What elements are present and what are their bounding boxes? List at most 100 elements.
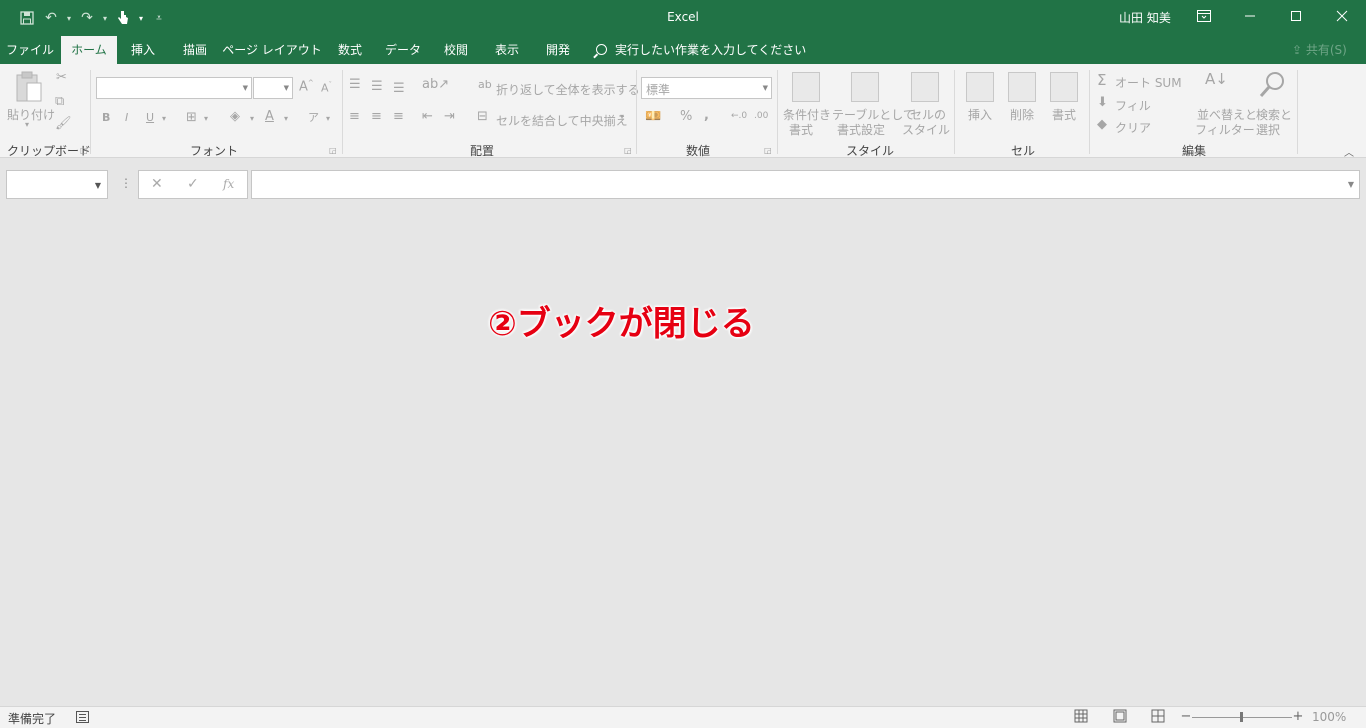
tab-view[interactable]: 表示 xyxy=(482,36,532,64)
bold-icon[interactable]: B xyxy=(102,111,110,124)
increase-indent-icon[interactable]: ⇥ xyxy=(444,109,455,124)
comma-style-icon[interactable]: , xyxy=(704,108,709,123)
borders-dropdown-icon[interactable]: ▾ xyxy=(204,114,208,123)
accounting-format-icon[interactable]: 💴 xyxy=(645,109,661,124)
merge-dropdown-icon[interactable]: ▾ xyxy=(620,112,624,121)
paste-dropdown-icon[interactable]: ▾ xyxy=(25,120,29,129)
number-format-combo[interactable]: 標準 ▼ xyxy=(641,77,772,99)
format-as-table-label-2[interactable]: 書式設定 xyxy=(837,121,885,138)
normal-view-icon[interactable] xyxy=(1073,709,1089,725)
sort-filter-icon[interactable]: A↓ xyxy=(1205,70,1228,88)
delete-cells-icon[interactable] xyxy=(1008,72,1036,102)
underline-dropdown-icon[interactable]: ▾ xyxy=(162,114,166,123)
minimize-icon[interactable] xyxy=(1227,0,1273,32)
align-middle-icon[interactable]: ☰ xyxy=(371,79,383,94)
align-center-icon[interactable]: ≡ xyxy=(371,109,382,124)
tab-file[interactable]: ファイル xyxy=(0,36,60,64)
number-launcher-icon[interactable]: ◲ xyxy=(764,146,772,155)
collapse-ribbon-icon[interactable]: ︿ xyxy=(1344,144,1354,159)
format-cells-label[interactable]: 書式 xyxy=(1052,106,1076,123)
cancel-icon[interactable]: ✕ xyxy=(151,176,163,192)
expand-formula-bar-icon[interactable]: ▼ xyxy=(1348,180,1354,189)
format-as-table-icon[interactable] xyxy=(851,72,879,102)
shrink-font-icon[interactable]: Aˇ xyxy=(321,81,332,95)
tab-page-layout[interactable]: ページ レイアウト xyxy=(222,36,322,64)
tab-insert[interactable]: 挿入 xyxy=(118,36,168,64)
tab-data[interactable]: データ xyxy=(377,36,429,64)
ribbon-display-options-icon[interactable] xyxy=(1181,0,1227,32)
font-size-combo[interactable]: ▼ xyxy=(253,77,293,99)
tab-formulas[interactable]: 数式 xyxy=(325,36,375,64)
tab-developer[interactable]: 開発 xyxy=(533,36,583,64)
align-left-icon[interactable]: ≡ xyxy=(349,109,360,124)
phonetic-guide-icon[interactable]: ア xyxy=(308,109,319,125)
insert-cells-icon[interactable] xyxy=(966,72,994,102)
zoom-in-icon[interactable]: + xyxy=(1290,709,1306,725)
maximize-icon[interactable] xyxy=(1273,0,1319,32)
borders-icon[interactable]: ⊞ xyxy=(186,110,197,125)
font-launcher-icon[interactable]: ◲ xyxy=(329,146,337,155)
increase-decimal-icon[interactable]: ←.0 xyxy=(731,111,747,121)
decrease-indent-icon[interactable]: ⇤ xyxy=(422,109,433,124)
formula-input[interactable]: ▼ xyxy=(251,170,1360,199)
fill-color-dropdown-icon[interactable]: ▾ xyxy=(250,114,254,123)
align-bottom-icon[interactable]: ☰ xyxy=(393,81,405,96)
fill-icon[interactable]: ⬇ xyxy=(1097,95,1108,110)
user-name[interactable]: 山田 知美 xyxy=(1119,9,1171,26)
page-break-view-icon[interactable] xyxy=(1150,709,1166,725)
tab-review[interactable]: 校閲 xyxy=(431,36,481,64)
clipboard-launcher-icon[interactable]: ◲ xyxy=(80,146,88,155)
delete-cells-label[interactable]: 削除 xyxy=(1010,106,1034,123)
italic-icon[interactable]: I xyxy=(125,111,128,124)
share-button[interactable]: ⇪ 共有(S) xyxy=(1292,36,1347,64)
copy-icon[interactable]: ⧉ xyxy=(55,94,64,109)
ribbon-tabs: ファイル ホーム 挿入 描画 ページ レイアウト 数式 データ 校閲 表示 開発… xyxy=(0,36,1366,64)
decrease-decimal-icon[interactable]: .00 xyxy=(754,111,768,121)
tab-draw[interactable]: 描画 xyxy=(170,36,220,64)
formula-bar-grip-icon[interactable]: ⋮ xyxy=(120,176,132,190)
grow-font-icon[interactable]: A^ xyxy=(299,79,314,94)
format-cells-icon[interactable] xyxy=(1050,72,1078,102)
zoom-level[interactable]: 100% xyxy=(1312,710,1346,724)
phonetic-dropdown-icon[interactable]: ▾ xyxy=(326,114,330,123)
enter-icon[interactable]: ✓ xyxy=(187,176,199,192)
fill-label[interactable]: フィル xyxy=(1115,97,1151,114)
percent-style-icon[interactable]: % xyxy=(680,109,692,124)
find-select-icon[interactable] xyxy=(1258,70,1288,104)
page-layout-view-icon[interactable] xyxy=(1112,709,1128,725)
macro-record-icon[interactable] xyxy=(76,711,89,723)
wrap-text-button[interactable]: 折り返して全体を表示する xyxy=(496,81,640,98)
orientation-icon[interactable]: ab↗ xyxy=(422,77,449,92)
font-color-icon[interactable]: A xyxy=(265,109,274,124)
group-label-cells: セル xyxy=(1011,144,1036,158)
underline-icon[interactable]: U xyxy=(146,111,154,124)
clear-label[interactable]: クリア xyxy=(1115,119,1151,136)
alignment-launcher-icon[interactable]: ◲ xyxy=(624,146,632,155)
clear-icon[interactable]: ◆ xyxy=(1097,117,1107,132)
format-painter-icon[interactable]: 🖌 xyxy=(55,116,72,131)
tab-home[interactable]: ホーム xyxy=(61,36,117,64)
align-top-icon[interactable]: ☰ xyxy=(349,77,361,92)
find-select-label-2[interactable]: 選択 xyxy=(1256,121,1280,138)
font-name-combo[interactable]: ▼ xyxy=(96,77,252,99)
font-color-dropdown-icon[interactable]: ▾ xyxy=(284,114,288,123)
sort-filter-label-2[interactable]: フィルター xyxy=(1195,121,1255,138)
autosum-label[interactable]: オート SUM xyxy=(1115,74,1182,91)
cell-styles-label-2[interactable]: スタイル xyxy=(902,121,950,138)
zoom-slider-thumb[interactable] xyxy=(1240,712,1243,722)
close-icon[interactable] xyxy=(1319,0,1365,32)
paste-icon[interactable] xyxy=(14,70,46,108)
insert-function-icon[interactable]: fx xyxy=(223,177,234,191)
name-box[interactable]: ▼ xyxy=(6,170,108,199)
insert-cells-label[interactable]: 挿入 xyxy=(968,106,992,123)
tell-me-box[interactable]: 実行したい作業を入力してください xyxy=(596,36,806,64)
cut-icon[interactable]: ✂ xyxy=(56,70,67,85)
fill-color-icon[interactable]: ◈ xyxy=(230,109,240,124)
conditional-formatting-icon[interactable] xyxy=(792,72,820,102)
autosum-icon[interactable]: Σ xyxy=(1097,71,1106,89)
cell-styles-icon[interactable] xyxy=(911,72,939,102)
align-right-icon[interactable]: ≡ xyxy=(393,109,404,124)
paste-label[interactable]: 貼り付け xyxy=(7,106,55,123)
merge-center-button[interactable]: セルを結合して中央揃え xyxy=(496,112,628,129)
conditional-formatting-label-2[interactable]: 書式 xyxy=(789,121,813,138)
